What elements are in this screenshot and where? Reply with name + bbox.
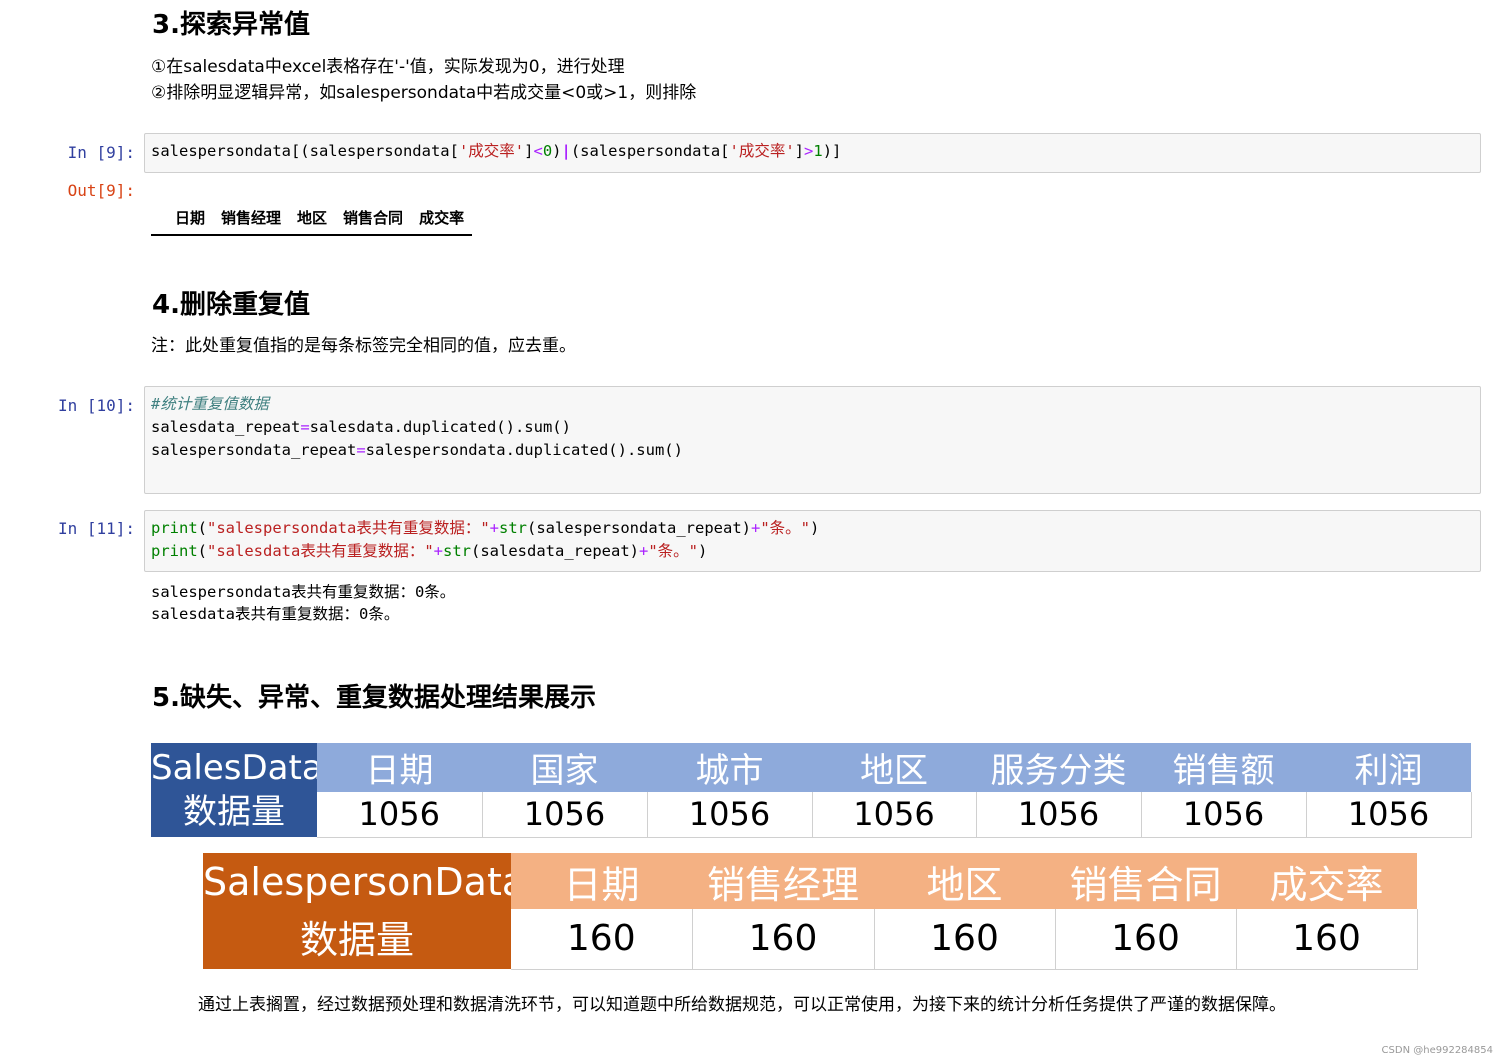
cell-11-in-prompt: In [11]: [57, 519, 135, 538]
salesdata-table-corner: SalesData 数据量 [151, 743, 317, 837]
cell-11-code-input[interactable]: print("salespersondata表共有重复数据："+str(sale… [144, 510, 1481, 572]
salesperson-value-cell: 160 [1055, 909, 1237, 970]
salesperson-header-cell: 日期 [511, 853, 692, 910]
section-4-note: 注：此处重复值指的是每条标签完全相同的值，应去重。 [151, 336, 576, 356]
salesdata-header-cell: 城市 [647, 743, 812, 792]
cell-9-code-input[interactable]: salespersondata[(salespersondata['成交率']<… [144, 133, 1481, 173]
salesdata-header-cell: 国家 [482, 743, 647, 792]
section-5-conclusion: 通过上表搁置，经过数据预处理和数据清洗环节，可以知道题中所给数据规范，可以正常使… [198, 995, 1286, 1015]
salesdata-value-cell: 1056 [647, 792, 813, 838]
section-3-title: 3.探索异常值 [152, 10, 310, 40]
salesdata-corner-subtitle: 数据量 [183, 792, 285, 832]
cell-9-out-prompt: Out[9]: [67, 181, 135, 200]
salesdata-value-cell: 1056 [1141, 792, 1307, 838]
cell-9-code: salespersondata[(salespersondata['成交率']<… [151, 142, 842, 160]
salesdata-value-cell: 1056 [317, 792, 483, 838]
dataframe-column-header: 日期 [167, 203, 214, 236]
salesperson-value-cell: 160 [511, 909, 693, 970]
cell-9-in-prompt: In [9]: [67, 143, 135, 162]
salesperson-header-cell: 销售经理 [692, 853, 874, 910]
csdn-watermark: CSDN @he992284854 [1381, 1045, 1493, 1056]
salesdata-header-cell: 日期 [317, 743, 482, 792]
dataframe-index-header [151, 203, 167, 236]
salesdata-value-cell: 1056 [1306, 792, 1472, 838]
salesdata-header-cell: 服务分类 [976, 743, 1141, 792]
salespersondata-count-table: SalespersonData 数据量 日期 销售经理 地区 销售合同 成交率 … [203, 853, 1418, 970]
salesdata-header-cell: 销售额 [1141, 743, 1306, 792]
salesperson-corner-subtitle: 数据量 [299, 918, 414, 962]
cell-11-output-line-1: salespersondata表共有重复数据：0条。 [151, 583, 456, 601]
salesdata-corner-title: SalesData [151, 748, 317, 788]
salesdata-value-cell: 1056 [812, 792, 977, 838]
section-3-line-2: ②排除明显逻辑异常，如salespersondata中若成交量<0或>1，则排除 [151, 83, 697, 103]
cell-10-code-input[interactable]: #统计重复值数据 salesdata_repeat=salesdata.dupl… [144, 386, 1481, 494]
salesperson-table-corner: SalespersonData 数据量 [203, 853, 511, 969]
salesdata-header-cell: 利润 [1306, 743, 1471, 792]
salesperson-header-cell: 地区 [874, 853, 1055, 910]
section-3-line-1: ①在salesdata中excel表格存在'-'值，实际发现为0，进行处理 [151, 57, 625, 77]
salesdata-value-cell: 1056 [482, 792, 648, 838]
cell-9-output-dataframe: 日期 销售经理 地区 销售合同 成交率 [151, 203, 473, 236]
dataframe-column-header: 销售经理 [213, 203, 290, 236]
cell-10-code: #统计重复值数据 salesdata_repeat=salesdata.dupl… [151, 395, 683, 459]
dataframe-column-header: 成交率 [411, 203, 473, 236]
salesperson-value-cell: 160 [874, 909, 1056, 970]
section-4-title: 4.删除重复值 [152, 290, 310, 320]
salesperson-corner-title: SalespersonData [203, 860, 511, 904]
salesdata-count-table: SalesData 数据量 日期 国家 城市 地区 服务分类 销售额 利润 10… [151, 743, 1472, 838]
salesperson-header-cell: 销售合同 [1055, 853, 1236, 910]
cell-10-in-prompt: In [10]: [57, 396, 135, 415]
salesperson-value-cell: 160 [1236, 909, 1418, 970]
dataframe-column-header: 销售合同 [335, 203, 412, 236]
dataframe-column-header: 地区 [289, 203, 336, 236]
cell-11-code: print("salespersondata表共有重复数据："+str(sale… [151, 519, 820, 560]
salesperson-value-cell: 160 [692, 909, 875, 970]
salesdata-value-cell: 1056 [976, 792, 1142, 838]
salesdata-header-cell: 地区 [812, 743, 976, 792]
salesperson-header-cell: 成交率 [1236, 853, 1417, 910]
section-5-title: 5.缺失、异常、重复数据处理结果展示 [152, 683, 596, 713]
cell-11-output-line-2: salesdata表共有重复数据：0条。 [151, 605, 400, 623]
